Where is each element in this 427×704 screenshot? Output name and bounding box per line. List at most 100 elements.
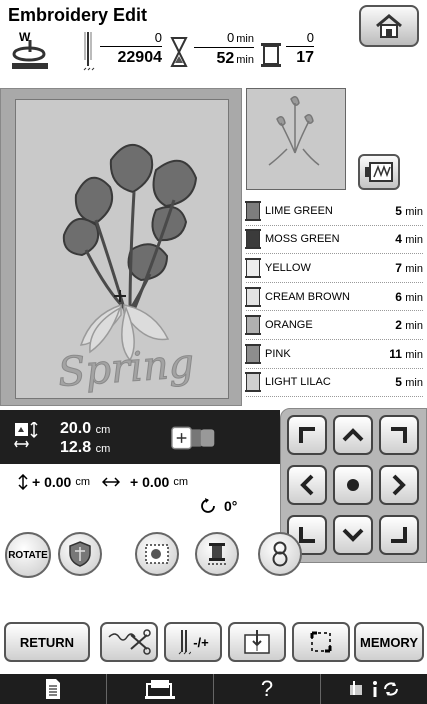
scissors-icon (108, 629, 151, 655)
presser-foot-indicator: W (8, 30, 52, 72)
stitch-total: 22904 (100, 46, 162, 68)
hoop-layout-button[interactable] (170, 425, 222, 451)
chevron-down-icon (342, 528, 364, 542)
time-count: 0 min 52 min (194, 30, 254, 70)
time-unit: min (236, 33, 254, 45)
shield-icon (69, 541, 91, 567)
vertical-offset: + 0.00 (32, 474, 72, 490)
horizontal-offset-icon (102, 477, 120, 487)
horizontal-offset: + 0.00 (130, 474, 170, 490)
thread-row[interactable]: LIGHT LILAC 5 min (245, 369, 423, 398)
rotation-angle: 0° (224, 498, 238, 514)
settings-button[interactable] (321, 674, 427, 704)
height-unit: cm (95, 424, 111, 436)
home-icon (376, 14, 402, 38)
thread-swatch (245, 372, 261, 393)
thread-color-button[interactable] (195, 532, 239, 576)
thread-name: ORANGE (265, 319, 313, 332)
thread-time: 7 (395, 260, 402, 275)
thread-swatch (245, 229, 261, 250)
tulip-design-image: Spring (56, 144, 198, 396)
chevron-up-icon (342, 428, 364, 442)
density-label: -/+ (193, 634, 209, 650)
thread-row[interactable]: YELLOW 7 min (245, 254, 423, 283)
thread-spool-icon (261, 43, 281, 67)
view-button[interactable] (358, 154, 400, 190)
home-button[interactable] (359, 5, 419, 47)
corner-down-left-icon (299, 527, 315, 543)
move-up-right-button[interactable] (379, 415, 419, 455)
stitch-current: 0 (154, 30, 162, 45)
thread-name: CREAM BROWN (265, 290, 350, 303)
vertical-offset-unit: cm (75, 476, 90, 488)
refresh-icon (384, 682, 398, 696)
thread-color-list: LIME GREEN 5 min MOSS GREEN 4 min YELLOW… (245, 197, 423, 398)
move-left-button[interactable] (287, 465, 327, 505)
document-button[interactable] (0, 674, 107, 704)
move-right-button[interactable] (379, 465, 419, 505)
design-width: 12.8 (60, 439, 92, 456)
thread-swatch (245, 343, 261, 364)
hourglass-icon (170, 37, 188, 67)
position-offset-panel: + 0.00 cm + 0.00 cm 0° (0, 466, 280, 524)
thread-name: PINK (265, 347, 291, 360)
color-current: 0 (306, 30, 314, 45)
thread-time: 5 (395, 203, 402, 218)
memory-button[interactable]: MEMORY (354, 622, 424, 662)
machine-button[interactable] (107, 674, 214, 704)
shield-button[interactable] (58, 532, 102, 576)
thread-row[interactable]: ORANGE 2 min (245, 311, 423, 340)
needle-position-button[interactable] (228, 622, 286, 662)
thread-row[interactable]: CREAM BROWN 6 min (245, 283, 423, 312)
help-button[interactable]: ? (214, 674, 321, 704)
chevron-left-icon (300, 474, 314, 496)
density-icon (145, 544, 169, 564)
rotation-angle-icon (201, 498, 215, 513)
rotate-button[interactable]: ROTATE (5, 532, 51, 578)
size-info-bar: 20.0 cm 12.8 cm (0, 410, 280, 464)
rotate-label: ROTATE (8, 549, 48, 561)
move-down-right-button[interactable] (379, 515, 419, 555)
machine-settings-icon (350, 681, 362, 695)
thread-time-unit: min (405, 320, 423, 333)
embroidery-preview-area[interactable]: Spring (0, 88, 242, 406)
presser-foot-icon (12, 40, 48, 69)
corner-down-right-icon (391, 527, 407, 543)
hoop-layout-icon (171, 426, 215, 450)
thread-time: 4 (395, 232, 402, 247)
move-up-button[interactable] (333, 415, 373, 455)
thread-swatch (245, 315, 261, 336)
thread-row[interactable]: MOSS GREEN 4 min (245, 226, 423, 255)
thread-row[interactable]: LIME GREEN 5 min (245, 197, 423, 226)
thread-swatch (245, 286, 261, 307)
thread-time-unit: min (405, 205, 423, 218)
needle-icon (83, 32, 95, 71)
thread-time-unit: min (405, 377, 423, 390)
frame-trace-icon (310, 631, 332, 653)
embroidery-canvas[interactable]: Spring (15, 99, 229, 399)
thread-icon (208, 543, 226, 565)
move-down-button[interactable] (333, 515, 373, 555)
density-button[interactable] (135, 532, 179, 576)
return-button[interactable]: RETURN (4, 622, 90, 662)
thread-time: 6 (395, 289, 402, 304)
center-dot-icon (347, 479, 359, 491)
page-title: Embroidery Edit (8, 5, 148, 25)
time-total-unit: min (236, 54, 254, 66)
design-height: 20.0 (60, 420, 92, 437)
thread-time: 2 (395, 318, 402, 333)
density-adjust-button[interactable]: -/+ (164, 622, 222, 662)
trial-button[interactable] (292, 622, 350, 662)
thread-row[interactable]: PINK 11 min (245, 340, 423, 369)
center-button[interactable] (333, 465, 373, 505)
return-label: RETURN (19, 634, 75, 650)
move-up-left-button[interactable] (287, 415, 327, 455)
vertical-offset-icon (18, 474, 28, 490)
repeat-button[interactable] (258, 532, 302, 576)
corner-up-right-icon (391, 427, 407, 443)
chevron-right-icon (392, 474, 406, 496)
thread-time: 5 (395, 375, 402, 390)
width-unit: cm (95, 443, 111, 455)
jump-stitch-trim-button[interactable] (100, 622, 158, 662)
bottom-toolbar: ? (0, 674, 427, 704)
